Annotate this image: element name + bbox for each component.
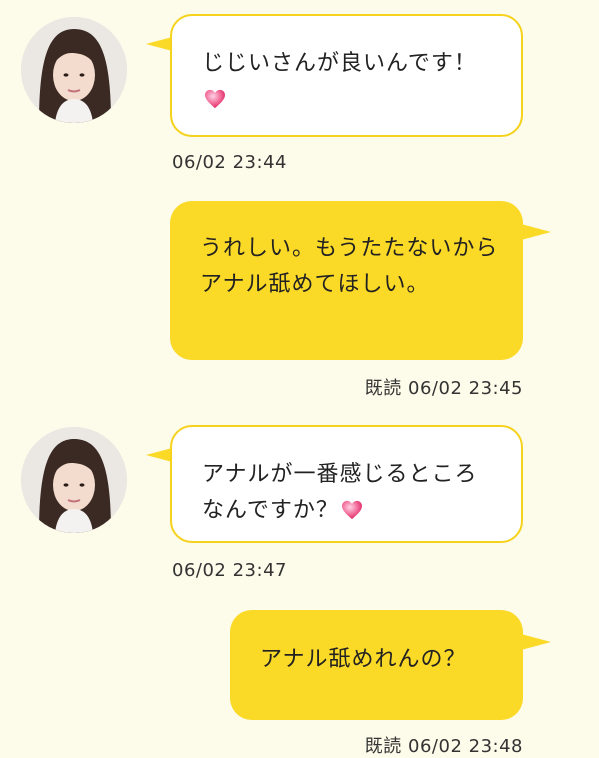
read-status: 既読 [364,378,402,399]
profile-photo-icon [21,427,127,533]
message-timestamp: 06/02 23:47 [172,560,287,581]
message-text: じじいさんが良いんです！ [202,51,477,76]
profile-photo-icon [21,17,127,123]
message-bubble[interactable]: じじいさんが良いんです！ [170,14,523,137]
message-timestamp: 既読 06/02 23:48 [365,732,523,758]
message-text: アナルが一番感じるところなんですか？ [202,462,478,523]
bubble-tail [521,634,551,650]
message-bubble[interactable]: アナルが一番感じるところなんですか？ [170,425,523,543]
read-status: 既読 [364,736,402,757]
bubble-tail [521,224,551,240]
message-time: 06/02 23:48 [408,736,523,757]
pink-heart-icon [341,500,362,520]
message-time: 06/02 23:45 [408,378,523,399]
message-bubble[interactable]: うれしい。もうたたないからアナル舐めてほしい。 [170,201,523,360]
message-text: アナル舐めれんの？ [260,647,467,672]
avatar[interactable] [21,17,127,123]
message-timestamp: 06/02 23:44 [172,152,287,173]
message-timestamp: 既読 06/02 23:45 [365,374,523,400]
pink-heart-icon [205,89,225,109]
avatar[interactable] [21,427,127,533]
message-text: うれしい。もうたたないからアナル舐めてほしい。 [200,236,499,297]
message-bubble[interactable]: アナル舐めれんの？ [230,610,523,720]
